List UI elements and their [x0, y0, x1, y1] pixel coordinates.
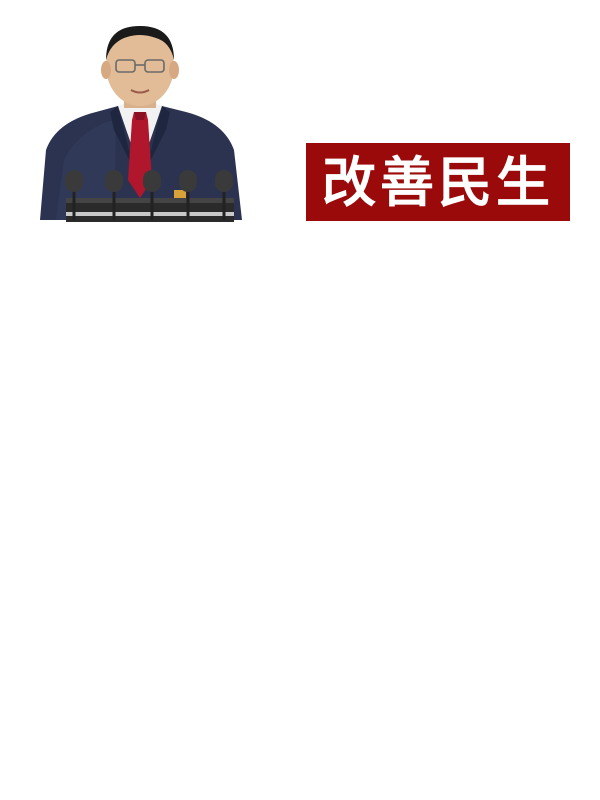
speaker-photo [36, 20, 244, 222]
banner-title: 改善民生 [322, 150, 554, 214]
title-banner: 改善民生 [306, 143, 570, 221]
